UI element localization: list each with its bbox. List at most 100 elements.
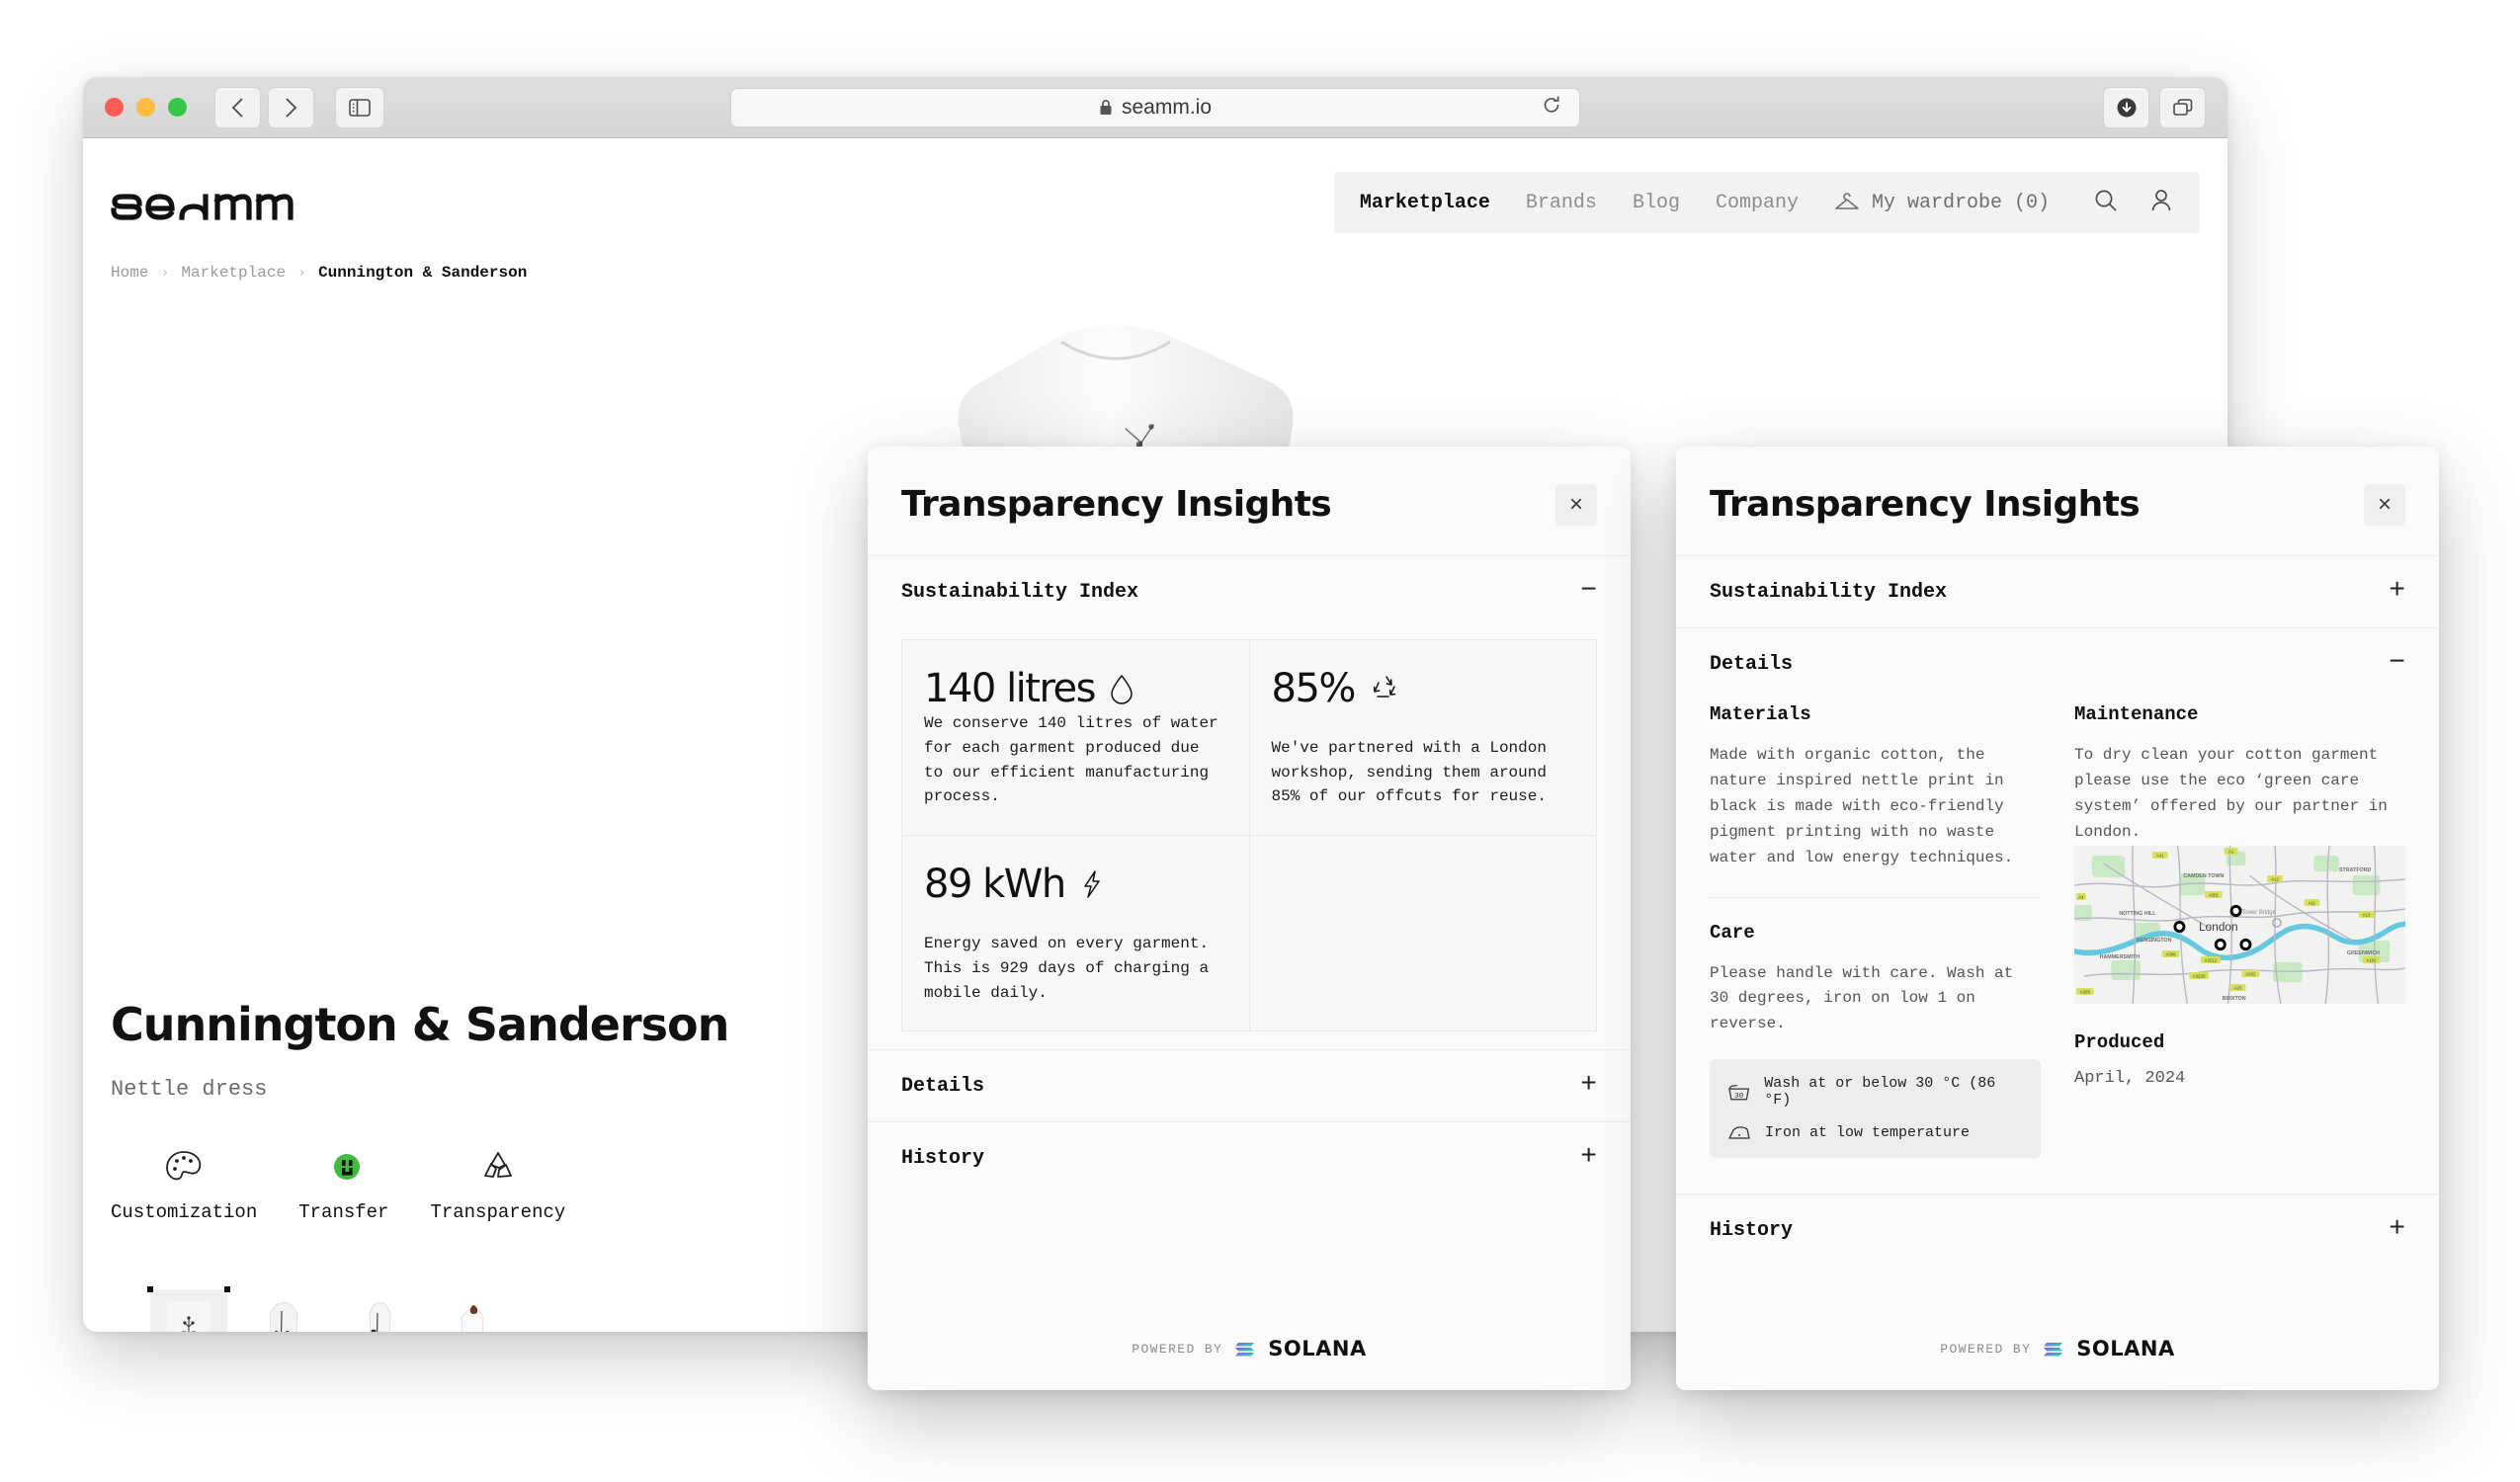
thumbnail-print-image bbox=[167, 1301, 210, 1332]
metric-description: Energy saved on every garment. This is 9… bbox=[924, 934, 1210, 1002]
nav-item-blog[interactable]: Blog bbox=[1633, 192, 1680, 214]
accordion-label: Sustainability Index bbox=[901, 580, 1139, 604]
seamm-wordmark-icon bbox=[111, 194, 294, 220]
solana-brand-label: SOLANA bbox=[2076, 1337, 2175, 1360]
site-logo[interactable] bbox=[111, 186, 296, 233]
svg-text:A12: A12 bbox=[2271, 876, 2279, 881]
user-account-icon bbox=[2151, 189, 2171, 210]
thumbnail-2[interactable] bbox=[340, 1289, 417, 1332]
tab-overview-button[interactable] bbox=[2159, 86, 2206, 128]
minimize-window-button[interactable] bbox=[136, 98, 155, 117]
metric-description: We conserve 140 litres of water for each… bbox=[924, 714, 1218, 806]
nav-wardrobe-label: My wardrobe (0) bbox=[1871, 191, 2050, 214]
url-text: seamm.io bbox=[1121, 95, 1213, 119]
page-title: Cunnington & Sanderson bbox=[111, 998, 729, 1051]
download-icon bbox=[2117, 98, 2136, 117]
wash-tub-30-icon: 30 bbox=[1728, 1084, 1750, 1101]
svg-text:HAMMERSMITH: HAMMERSMITH bbox=[2100, 954, 2141, 960]
breadcrumb-item-current: Cunnington & Sanderson bbox=[318, 264, 528, 282]
accordion-history-1[interactable]: History + bbox=[868, 1121, 1631, 1194]
browser-titlebar: seamm.io bbox=[83, 77, 2227, 138]
product-name: Nettle dress bbox=[111, 1077, 268, 1102]
nav-item-company[interactable]: Company bbox=[1716, 192, 1799, 214]
lock-icon bbox=[1100, 100, 1112, 115]
screenshot-root: seamm.io Home › Marketplace › Cunnington… bbox=[0, 0, 2520, 1482]
production-location-map[interactable]: A41 A501 A12 A11 A13 A102 A202 A23 A3212… bbox=[2074, 845, 2405, 1004]
account-button[interactable] bbox=[2148, 188, 2174, 218]
london-map-image: A41 A501 A12 A11 A13 A102 A202 A23 A3212… bbox=[2074, 845, 2405, 1004]
accordion-history-2[interactable]: History + bbox=[1676, 1194, 2439, 1266]
close-icon[interactable]: × bbox=[2364, 484, 2405, 526]
feature-label: Transfer bbox=[298, 1201, 389, 1223]
svg-text:A102: A102 bbox=[2366, 957, 2377, 962]
map-marker bbox=[2173, 920, 2186, 933]
feature-customization[interactable]: Customization bbox=[111, 1146, 257, 1223]
map-marker bbox=[2214, 938, 2226, 950]
svg-text:A3212: A3212 bbox=[2205, 957, 2218, 962]
produced-value: April, 2024 bbox=[2074, 1068, 2186, 1088]
search-button[interactable] bbox=[2093, 188, 2119, 218]
solana-brand-label: SOLANA bbox=[1268, 1337, 1367, 1360]
nav-item-wardrobe[interactable]: My wardrobe (0) bbox=[1834, 192, 2050, 214]
accordion-label: Details bbox=[901, 1074, 985, 1098]
expand-icon: + bbox=[1580, 1142, 1597, 1174]
map-marker bbox=[2239, 938, 2252, 950]
product-thumbnail-list bbox=[147, 1286, 512, 1332]
breadcrumb-item-marketplace[interactable]: Marketplace bbox=[181, 264, 286, 282]
map-marker bbox=[2229, 904, 2242, 917]
browser-right-buttons bbox=[2103, 86, 2206, 128]
downloads-button[interactable] bbox=[2103, 86, 2149, 128]
feature-transfer[interactable]: Transfer bbox=[298, 1146, 388, 1223]
svg-text:A23: A23 bbox=[2234, 985, 2242, 990]
forward-button[interactable] bbox=[268, 86, 314, 128]
expand-icon: + bbox=[1580, 1070, 1597, 1102]
accordion-details-2[interactable]: Details − bbox=[1676, 627, 2439, 700]
thumbnail-dress-front-image bbox=[269, 1302, 298, 1332]
product-feature-list: Customization Transfer Transparency bbox=[111, 1146, 565, 1223]
nav-item-marketplace[interactable]: Marketplace bbox=[1360, 192, 1490, 214]
care-badge-iron: Iron at low temperature bbox=[1727, 1122, 2023, 1142]
feature-transparency[interactable]: Transparency bbox=[430, 1146, 565, 1223]
thumbnail-0[interactable] bbox=[147, 1286, 230, 1332]
sustainability-metric-grid: 140 litres We conserve 140 litres of wat… bbox=[901, 639, 1597, 1032]
care-badge-label: Iron at low temperature bbox=[1765, 1123, 1971, 1141]
breadcrumb: Home › Marketplace › Cunnington & Sander… bbox=[111, 264, 527, 282]
metric-value-row: 85% bbox=[1272, 666, 1575, 711]
accordion-sustainability-index-1[interactable]: Sustainability Index − bbox=[868, 555, 1631, 627]
care-badge-list: 30 Wash at or below 30 °C (86 °F) Iron a… bbox=[1710, 1059, 2041, 1159]
modal-1-header: Transparency Insights × bbox=[868, 447, 1631, 555]
close-icon[interactable]: × bbox=[1555, 484, 1597, 526]
maintenance-text: To dry clean your cotton garment please … bbox=[2074, 746, 2388, 841]
svg-text:A205: A205 bbox=[2080, 989, 2091, 994]
care-badge-wash: 30 Wash at or below 30 °C (86 °F) bbox=[1727, 1075, 2023, 1109]
accordion-sustainability-index-2[interactable]: Sustainability Index + bbox=[1676, 555, 2439, 627]
breadcrumb-item-home[interactable]: Home bbox=[111, 264, 148, 282]
address-bar[interactable]: seamm.io bbox=[730, 87, 1580, 127]
back-button[interactable] bbox=[214, 86, 261, 128]
care-badge-label: Wash at or below 30 °C (86 °F) bbox=[1764, 1075, 1996, 1110]
svg-text:Tower Bridge: Tower Bridge bbox=[2241, 910, 2276, 916]
water-drop-icon bbox=[1111, 674, 1133, 704]
accordion-details-1[interactable]: Details + bbox=[868, 1049, 1631, 1121]
accordion-label: History bbox=[901, 1146, 985, 1170]
reload-button[interactable] bbox=[1542, 95, 1561, 121]
breadcrumb-separator: › bbox=[160, 264, 170, 282]
thumbnail-1[interactable] bbox=[245, 1289, 322, 1332]
accordion-label: Sustainability Index bbox=[1710, 580, 1948, 604]
nav-item-brands[interactable]: Brands bbox=[1526, 192, 1597, 214]
collapse-icon: − bbox=[2389, 648, 2405, 679]
search-icon bbox=[2095, 190, 2117, 211]
thumbnail-3[interactable] bbox=[435, 1289, 512, 1332]
zoom-window-button[interactable] bbox=[168, 98, 187, 117]
care-text: Please handle with care. Wash at 30 degr… bbox=[1710, 963, 2014, 1033]
lightning-bolt-icon bbox=[1083, 870, 1100, 898]
sidebar-toggle-button[interactable] bbox=[335, 86, 384, 128]
metric-value: 140 litres bbox=[924, 666, 1097, 711]
details-left-column: Materials Made with organic cotton, the … bbox=[1710, 703, 2041, 1159]
traffic-lights bbox=[105, 98, 187, 117]
close-window-button[interactable] bbox=[105, 98, 124, 117]
svg-text:GREENWICH: GREENWICH bbox=[2347, 950, 2380, 956]
tab-overview-icon bbox=[2172, 98, 2192, 116]
feature-label: Customization bbox=[111, 1201, 258, 1223]
collapse-icon: − bbox=[1580, 576, 1597, 607]
